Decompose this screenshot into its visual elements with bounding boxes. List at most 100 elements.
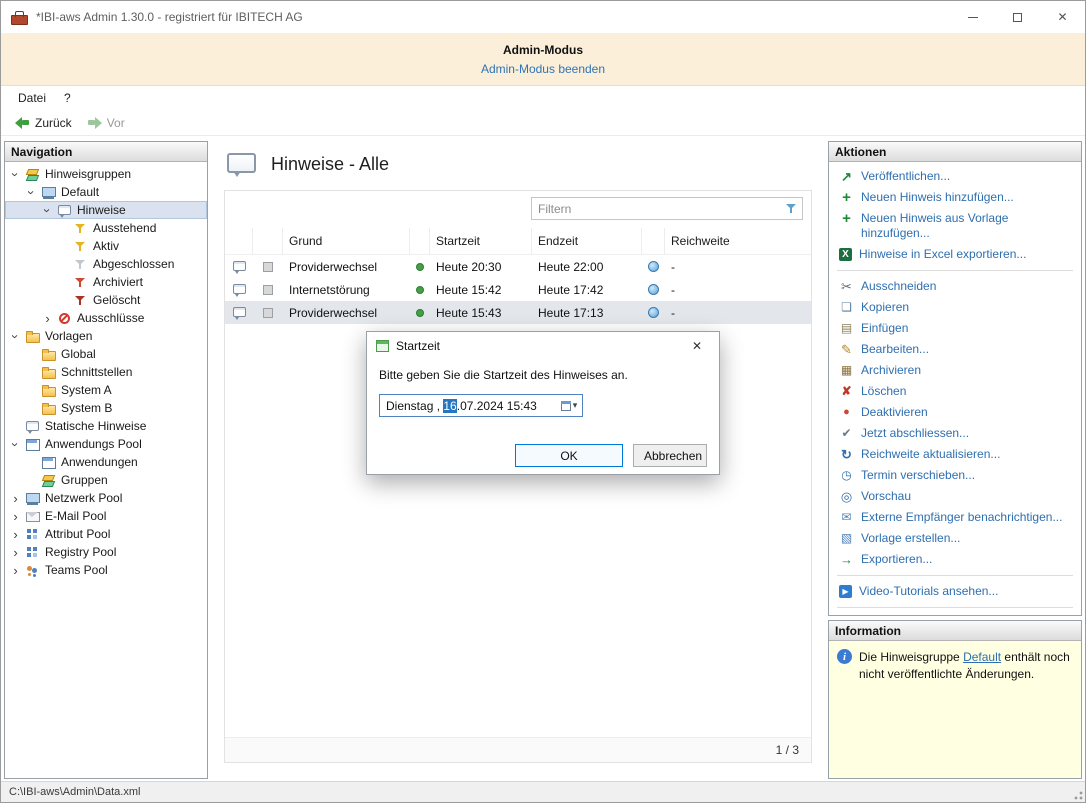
- collapse-icon[interactable]: ›: [41, 204, 54, 217]
- tree-item-attribut-pool[interactable]: ›Attribut Pool: [5, 525, 207, 543]
- action-video-tutorials-ansehen[interactable]: ▶Video-Tutorials ansehen...: [829, 581, 1081, 602]
- expand-icon[interactable]: ›: [9, 492, 22, 505]
- tree-item-anwendungs-pool[interactable]: ›Anwendungs Pool: [5, 435, 207, 453]
- tree-item-aktiv[interactable]: ›Aktiv: [5, 237, 207, 255]
- action-ausschneiden[interactable]: ✂Ausschneiden: [829, 276, 1081, 297]
- column-header-grund[interactable]: Grund: [283, 228, 410, 254]
- reach-icon-cell: [642, 255, 665, 278]
- tree-item-statische-hinweise[interactable]: ›Statische Hinweise: [5, 417, 207, 435]
- action-reichweite-aktualisieren[interactable]: ↻Reichweite aktualisieren...: [829, 444, 1081, 465]
- tree-item-vorlagen[interactable]: ›Vorlagen: [5, 327, 207, 345]
- reichweite-cell: -: [665, 278, 811, 301]
- reach-icon-cell: [642, 278, 665, 301]
- action-label: Vorlage erstellen...: [861, 531, 960, 546]
- action-label: Ausschneiden: [861, 279, 936, 294]
- column-header-startzeit[interactable]: Startzeit: [430, 228, 532, 254]
- expand-icon[interactable]: ›: [9, 528, 22, 541]
- tree-item-system-a[interactable]: ›System A: [5, 381, 207, 399]
- tree-item-gruppen[interactable]: ›Gruppen: [5, 471, 207, 489]
- grid-icon: [25, 527, 40, 542]
- action-bearbeiten[interactable]: ✎Bearbeiten...: [829, 339, 1081, 360]
- expand-icon[interactable]: ›: [41, 312, 54, 325]
- action-jetzt-abschliessen[interactable]: ✔Jetzt abschliessen...: [829, 423, 1081, 444]
- action-exportieren[interactable]: →Exportieren...: [829, 549, 1081, 570]
- funnel-darkred-icon: [73, 293, 88, 308]
- action-vorschau[interactable]: ◎Vorschau: [829, 486, 1081, 507]
- tree-item-e-mail-pool[interactable]: ›E-Mail Pool: [5, 507, 207, 525]
- grund-cell: Internetstörung: [283, 278, 410, 301]
- hinweise-icon: [226, 151, 256, 178]
- filter-icon[interactable]: [784, 201, 799, 216]
- tree-item-global[interactable]: ›Global: [5, 345, 207, 363]
- action-neuen-hinweis-aus-vorlage-hinzufügen[interactable]: +Neuen Hinweis aus Vorlage hinzufügen...: [829, 208, 1081, 244]
- close-button[interactable]: ✕: [1040, 1, 1085, 33]
- dialog-titlebar[interactable]: Startzeit ✕: [367, 332, 719, 360]
- action-externe-empfänger-benachrichtigen[interactable]: ✉Externe Empfänger benachrichtigen...: [829, 507, 1081, 528]
- expand-icon[interactable]: ›: [9, 564, 22, 577]
- column-header-reichweite[interactable]: Reichweite: [665, 228, 811, 254]
- menu-item-datei[interactable]: Datei: [9, 88, 55, 108]
- tree-item-ausstehend[interactable]: ›Ausstehend: [5, 219, 207, 237]
- status-cell: [410, 255, 430, 278]
- tree-item-ausschlüsse[interactable]: ›Ausschlüsse: [5, 309, 207, 327]
- action-einfügen[interactable]: ▤Einfügen: [829, 318, 1081, 339]
- action-vorlage-erstellen[interactable]: ▧Vorlage erstellen...: [829, 528, 1081, 549]
- action-veröffentlichen[interactable]: ↗Veröffentlichen...: [829, 166, 1081, 187]
- datepicker-dropdown-button[interactable]: ▾: [556, 395, 582, 416]
- action-label: Hinweise in Excel exportieren...: [859, 247, 1026, 262]
- tree-item-teams-pool[interactable]: ›Teams Pool: [5, 561, 207, 579]
- resize-grip-icon[interactable]: [1072, 789, 1084, 801]
- collapse-icon[interactable]: ›: [9, 330, 22, 343]
- tree-item-label: Gruppen: [61, 473, 108, 487]
- maximize-button[interactable]: [995, 1, 1040, 33]
- admin-mode-exit-link[interactable]: Admin-Modus beenden: [481, 62, 605, 76]
- mail-icon: [25, 509, 40, 524]
- action-label: Reichweite aktualisieren...: [861, 447, 1000, 462]
- expand-icon[interactable]: ›: [9, 546, 22, 559]
- back-button[interactable]: Zurück: [7, 114, 79, 132]
- tree-item-schnittstellen[interactable]: ›Schnittstellen: [5, 363, 207, 381]
- action-neuen-hinweis-hinzufügen[interactable]: +Neuen Hinweis hinzufügen...: [829, 187, 1081, 208]
- action-kopieren[interactable]: ❏Kopieren: [829, 297, 1081, 318]
- collapse-icon[interactable]: ›: [9, 168, 22, 181]
- expand-icon[interactable]: ›: [9, 510, 22, 523]
- column-header-endzeit[interactable]: Endzeit: [532, 228, 642, 254]
- action-termin-verschieben[interactable]: ◷Termin verschieben...: [829, 465, 1081, 486]
- tree-item-registry-pool[interactable]: ›Registry Pool: [5, 543, 207, 561]
- default-group-link[interactable]: Default: [963, 650, 1001, 664]
- action-label: Einfügen: [861, 321, 908, 336]
- table-row[interactable]: InternetstörungHeute 15:42Heute 17:42-: [225, 278, 811, 301]
- dropdown-arrow-icon: ▾: [573, 400, 578, 411]
- forward-button[interactable]: Vor: [79, 114, 132, 132]
- action-hinweise-in-excel-exportieren[interactable]: XHinweise in Excel exportieren...: [829, 244, 1081, 265]
- tree-item-system-b[interactable]: ›System B: [5, 399, 207, 417]
- tree-item-hinweisgruppen[interactable]: ›Hinweisgruppen: [5, 165, 207, 183]
- dialog-body: Bitte geben Sie die Startzeit des Hinwei…: [367, 360, 719, 476]
- filter-input[interactable]: [532, 202, 784, 216]
- tree-item-hinweise[interactable]: ›Hinweise: [5, 201, 207, 219]
- menu-item-[interactable]: ?: [55, 88, 80, 108]
- collapse-icon[interactable]: ›: [9, 438, 22, 451]
- action-archivieren[interactable]: ▦Archivieren: [829, 360, 1081, 381]
- table-row[interactable]: ProviderwechselHeute 20:30Heute 22:00-: [225, 255, 811, 278]
- startzeit-datepicker[interactable]: Dienstag , 16.07.2024 15:43 ▾: [379, 394, 583, 417]
- copy-icon: ❏: [839, 300, 854, 315]
- ok-button[interactable]: OK: [515, 444, 623, 467]
- minimize-button[interactable]: [950, 1, 995, 33]
- tree-item-netzwerk-pool[interactable]: ›Netzwerk Pool: [5, 489, 207, 507]
- tree-item-gelöscht[interactable]: ›Gelöscht: [5, 291, 207, 309]
- tree-item-abgeschlossen[interactable]: ›Abgeschlossen: [5, 255, 207, 273]
- table-row[interactable]: ProviderwechselHeute 15:43Heute 17:13-: [225, 301, 811, 324]
- tree-item-default[interactable]: ›Default: [5, 183, 207, 201]
- action-deaktivieren[interactable]: ●Deaktivieren: [829, 402, 1081, 423]
- add-note-icon: +: [839, 190, 854, 205]
- collapse-icon[interactable]: ›: [25, 186, 38, 199]
- status-active-icon: [416, 263, 424, 271]
- startzeit-cell: Heute 15:42: [430, 278, 532, 301]
- tree-item-archiviert[interactable]: ›Archiviert: [5, 273, 207, 291]
- tree-item-anwendungen[interactable]: ›Anwendungen: [5, 453, 207, 471]
- action-label: Exportieren...: [861, 552, 932, 567]
- cancel-button[interactable]: Abbrechen: [633, 444, 707, 467]
- action-löschen[interactable]: ✘Löschen: [829, 381, 1081, 402]
- dialog-close-button[interactable]: ✕: [675, 332, 719, 360]
